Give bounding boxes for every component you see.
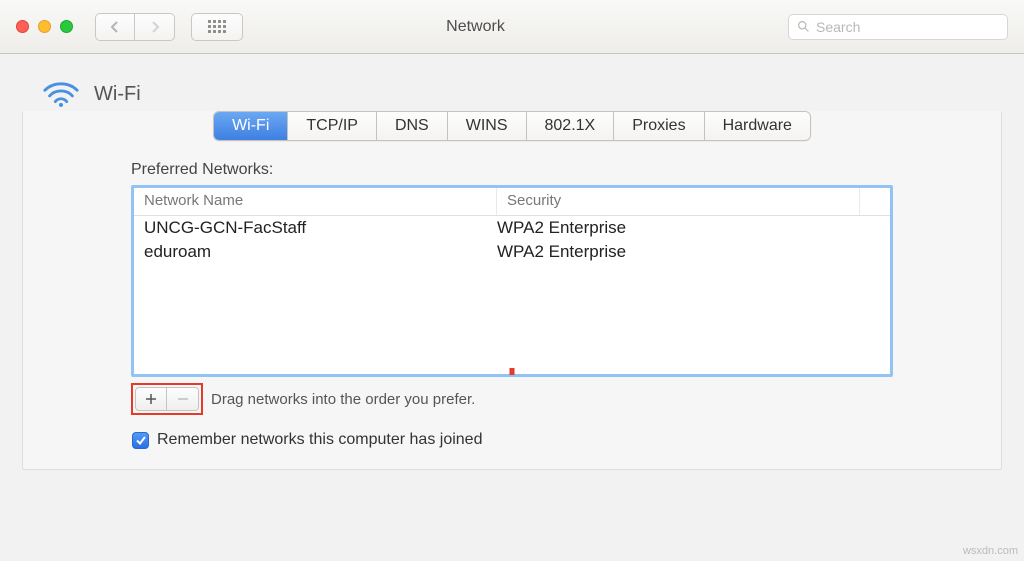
- column-network-name[interactable]: Network Name: [134, 188, 497, 215]
- tab-hardware[interactable]: Hardware: [705, 112, 810, 140]
- show-all-button[interactable]: [191, 13, 243, 41]
- preferred-networks-label: Preferred Networks:: [131, 161, 893, 179]
- wifi-icon: [42, 80, 80, 108]
- tab-wifi[interactable]: Wi-Fi: [214, 112, 288, 140]
- tab-wins[interactable]: WINS: [448, 112, 527, 140]
- red-marker: [510, 368, 515, 375]
- cell-security: WPA2 Enterprise: [497, 218, 850, 238]
- chevron-right-icon: [150, 21, 160, 33]
- preferred-networks-table[interactable]: Network Name Security UNCG-GCN-FacStaff …: [131, 185, 893, 377]
- minus-icon: [177, 393, 189, 405]
- cell-security: WPA2 Enterprise: [497, 242, 850, 262]
- page-title: Wi-Fi: [94, 83, 141, 106]
- search-icon: [797, 20, 810, 33]
- zoom-window-button[interactable]: [60, 20, 73, 33]
- page-header: Wi-Fi: [42, 80, 1002, 108]
- window-title: Network: [253, 18, 778, 36]
- table-row[interactable]: eduroam WPA2 Enterprise: [134, 240, 890, 264]
- nav-button-group: [95, 13, 175, 41]
- tab-8021x[interactable]: 802.1X: [527, 112, 615, 140]
- close-window-button[interactable]: [16, 20, 29, 33]
- tab-bar: Wi-Fi TCP/IP DNS WINS 802.1X Proxies Har…: [213, 111, 811, 141]
- watermark: wsxdn.com: [963, 545, 1018, 557]
- plus-icon: [145, 393, 157, 405]
- drag-hint: Drag networks into the order you prefer.: [211, 391, 475, 408]
- tab-dns[interactable]: DNS: [377, 112, 448, 140]
- remember-label: Remember networks this computer has join…: [157, 431, 482, 449]
- remember-row: Remember networks this computer has join…: [132, 431, 893, 449]
- content-area: Wi-Fi Wi-Fi TCP/IP DNS WINS 802.1X Proxi…: [0, 54, 1024, 470]
- minimize-window-button[interactable]: [38, 20, 51, 33]
- tab-proxies[interactable]: Proxies: [614, 112, 704, 140]
- check-icon: [135, 434, 147, 446]
- table-header: Network Name Security: [134, 188, 890, 216]
- grid-icon: [208, 20, 226, 33]
- remember-checkbox[interactable]: [132, 432, 149, 449]
- cell-network-name: eduroam: [144, 242, 497, 262]
- window-controls: [16, 20, 73, 33]
- column-security[interactable]: Security: [497, 188, 860, 215]
- table-row[interactable]: UNCG-GCN-FacStaff WPA2 Enterprise: [134, 216, 890, 240]
- search-input[interactable]: Search: [788, 14, 1008, 40]
- remove-network-button[interactable]: [167, 387, 199, 411]
- search-placeholder: Search: [816, 19, 860, 35]
- settings-panel: Wi-Fi TCP/IP DNS WINS 802.1X Proxies Har…: [22, 111, 1002, 470]
- back-button[interactable]: [95, 13, 135, 41]
- cell-network-name: UNCG-GCN-FacStaff: [144, 218, 497, 238]
- tabs-row: Wi-Fi TCP/IP DNS WINS 802.1X Proxies Har…: [23, 111, 1001, 141]
- add-remove-highlight: [131, 383, 203, 415]
- forward-button[interactable]: [135, 13, 175, 41]
- table-footer-row: Drag networks into the order you prefer.: [131, 383, 893, 415]
- add-network-button[interactable]: [135, 387, 167, 411]
- titlebar: Network Search: [0, 0, 1024, 54]
- chevron-left-icon: [110, 21, 120, 33]
- column-spacer: [860, 188, 890, 215]
- tab-content: Preferred Networks: Network Name Securit…: [23, 161, 1001, 469]
- tab-tcpip[interactable]: TCP/IP: [288, 112, 377, 140]
